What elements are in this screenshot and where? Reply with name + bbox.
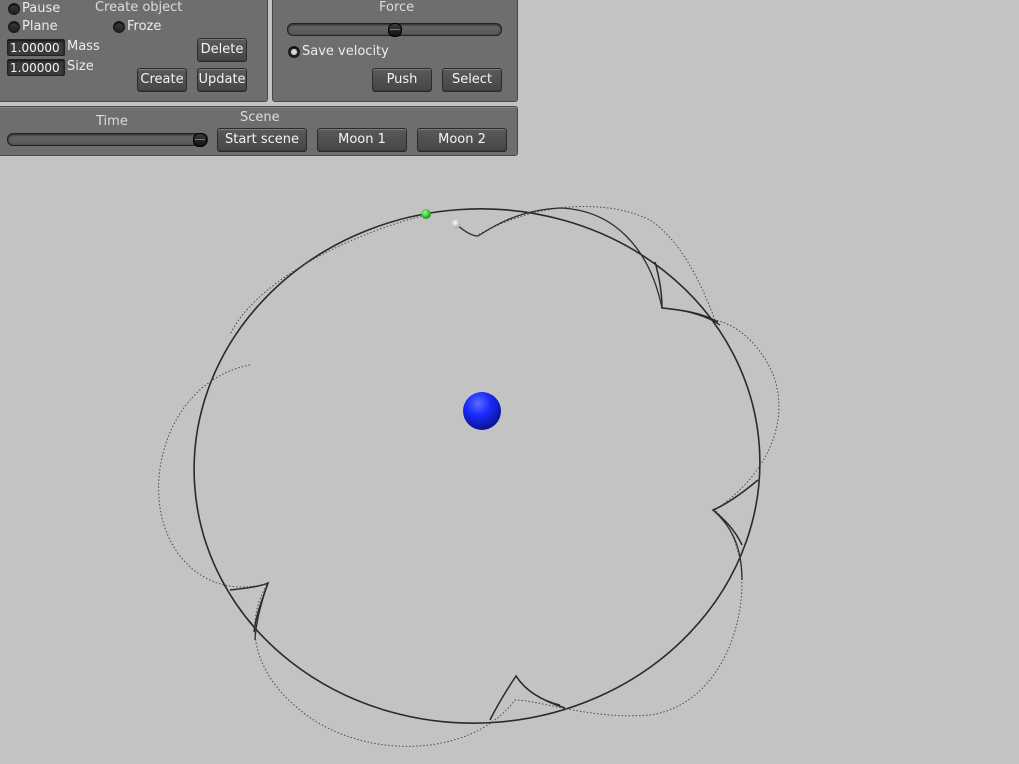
- pause-label: Pause: [22, 1, 61, 16]
- main-orbit-path: [193, 208, 761, 724]
- moon1-button[interactable]: Moon 1: [317, 128, 407, 152]
- save-velocity-label: Save velocity: [302, 44, 389, 59]
- size-label: Size: [67, 59, 94, 74]
- time-label: Time: [96, 114, 128, 129]
- save-velocity-checkbox[interactable]: [288, 46, 300, 58]
- cusp-right: [711, 479, 759, 546]
- mass-field[interactable]: 1.00000: [7, 39, 65, 56]
- force-slider[interactable]: [287, 23, 502, 37]
- create-object-title: Create object: [95, 0, 183, 15]
- cusp-left: [229, 581, 270, 633]
- update-button[interactable]: Update: [197, 68, 247, 92]
- plane-label: Plane: [22, 19, 58, 34]
- scene-label: Scene: [240, 110, 280, 125]
- froze-label: Froze: [127, 19, 162, 34]
- mass-label: Mass: [67, 39, 100, 54]
- moon-white[interactable]: [451, 219, 461, 229]
- force-slider-thumb[interactable]: [387, 23, 402, 37]
- cusp-bottom: [489, 674, 566, 721]
- start-scene-button[interactable]: Start scene: [217, 128, 307, 152]
- push-button[interactable]: Push: [372, 68, 432, 92]
- moon-trajectory: [254, 207, 743, 706]
- create-button[interactable]: Create: [137, 68, 187, 92]
- time-slider-thumb[interactable]: [193, 133, 207, 147]
- delete-button[interactable]: Delete: [197, 38, 247, 62]
- pause-checkbox[interactable]: [8, 3, 20, 15]
- time-slider[interactable]: [7, 133, 208, 147]
- planet[interactable]: [463, 392, 501, 430]
- force-title: Force: [379, 0, 415, 15]
- select-button[interactable]: Select: [442, 68, 502, 92]
- plane-checkbox[interactable]: [8, 21, 20, 33]
- froze-checkbox[interactable]: [113, 21, 125, 33]
- size-field[interactable]: 1.00000: [7, 59, 65, 76]
- moon-green[interactable]: [421, 209, 431, 219]
- moon2-button[interactable]: Moon 2: [417, 128, 507, 152]
- dotted-orbit-trail: [158, 205, 780, 747]
